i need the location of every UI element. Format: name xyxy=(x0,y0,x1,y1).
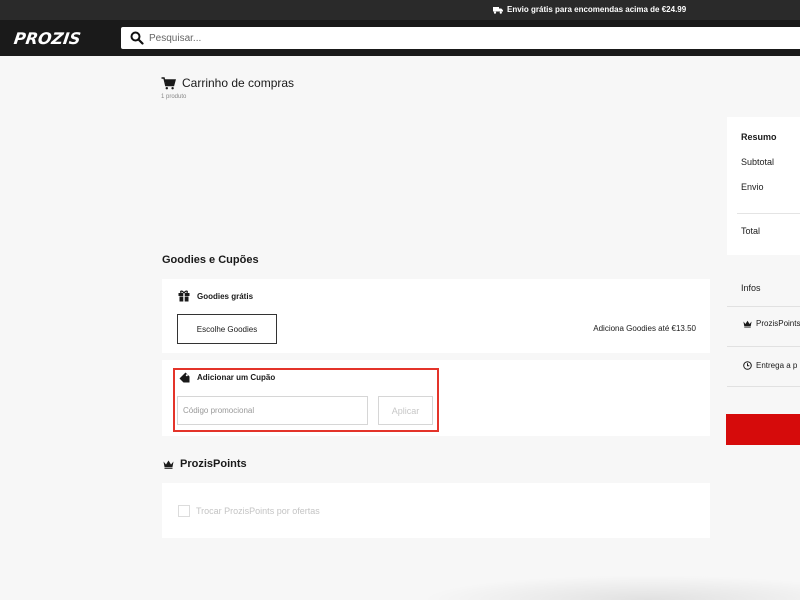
clock-icon xyxy=(743,361,752,370)
info-row-delivery: Entrega a p xyxy=(743,361,797,370)
goodies-header: Goodies grátis xyxy=(178,290,253,302)
infos-divider xyxy=(727,386,800,387)
prozispoints-card: Trocar ProzisPoints por ofertas xyxy=(162,483,710,538)
infos-divider xyxy=(727,346,800,347)
promo-bar: Envio grátis para encomendas acima de €2… xyxy=(0,0,800,20)
gift-icon xyxy=(178,290,190,302)
goodies-coupons-title: Goodies e Cupões xyxy=(162,254,259,266)
tag-icon xyxy=(179,372,190,383)
prozispoints-title: ProzisPoints xyxy=(180,458,247,470)
infos-title: Infos xyxy=(741,283,761,293)
infos-divider xyxy=(727,306,800,307)
goodies-card: Goodies grátis Escolhe Goodies Adiciona … xyxy=(162,279,710,353)
truck-icon xyxy=(493,6,503,14)
free-shipping-text: Envio grátis para encomendas acima de €2… xyxy=(507,5,687,14)
checkout-button[interactable] xyxy=(726,414,800,445)
site-header: PROZIS xyxy=(0,20,800,56)
apply-coupon-button[interactable]: Aplicar xyxy=(378,396,433,425)
crown-icon xyxy=(743,320,752,328)
info-delivery-text: Entrega a p xyxy=(756,361,798,370)
shipping-label: Envio xyxy=(741,182,764,192)
goodies-info-text: Adiciona Goodies até €13.50 xyxy=(593,324,696,333)
coupon-header: Adicionar um Cupão xyxy=(179,372,275,383)
free-shipping-notice: Envio grátis para encomendas acima de €2… xyxy=(493,5,686,14)
search-icon[interactable] xyxy=(130,31,144,45)
trade-points-checkbox[interactable] xyxy=(178,505,190,517)
goodies-label: Goodies grátis xyxy=(197,291,254,301)
search-bar[interactable] xyxy=(121,27,800,49)
cart-item-count: 1 produto xyxy=(161,94,187,100)
search-input[interactable] xyxy=(149,29,749,47)
info-prozispoints-text: ProzisPoints xyxy=(756,319,800,328)
info-row-prozispoints: ProzisPoints xyxy=(743,319,800,328)
order-summary: Resumo Subtotal Envio Total xyxy=(727,117,800,255)
prozispoints-heading: ProzisPoints xyxy=(163,458,247,470)
shopping-cart-icon xyxy=(161,76,176,89)
subtotal-label: Subtotal xyxy=(741,157,775,167)
crown-icon xyxy=(163,460,174,469)
total-label: Total xyxy=(741,226,761,236)
cart-heading: Carrinho de compras xyxy=(161,76,294,90)
promo-code-input[interactable] xyxy=(177,396,368,425)
trade-points-label: Trocar ProzisPoints por ofertas xyxy=(196,506,320,516)
coupon-label: Adicionar um Cupão xyxy=(197,373,276,382)
choose-goodies-button[interactable]: Escolhe Goodies xyxy=(177,314,277,344)
bottom-shadow xyxy=(420,575,800,600)
summary-title: Resumo xyxy=(741,132,777,142)
prozispoints-option: Trocar ProzisPoints por ofertas xyxy=(178,505,320,517)
coupon-card: Adicionar um Cupão Aplicar xyxy=(162,360,710,436)
prozis-logo[interactable]: PROZIS xyxy=(13,29,82,48)
cart-title: Carrinho de compras xyxy=(182,76,295,90)
summary-divider xyxy=(737,213,800,214)
